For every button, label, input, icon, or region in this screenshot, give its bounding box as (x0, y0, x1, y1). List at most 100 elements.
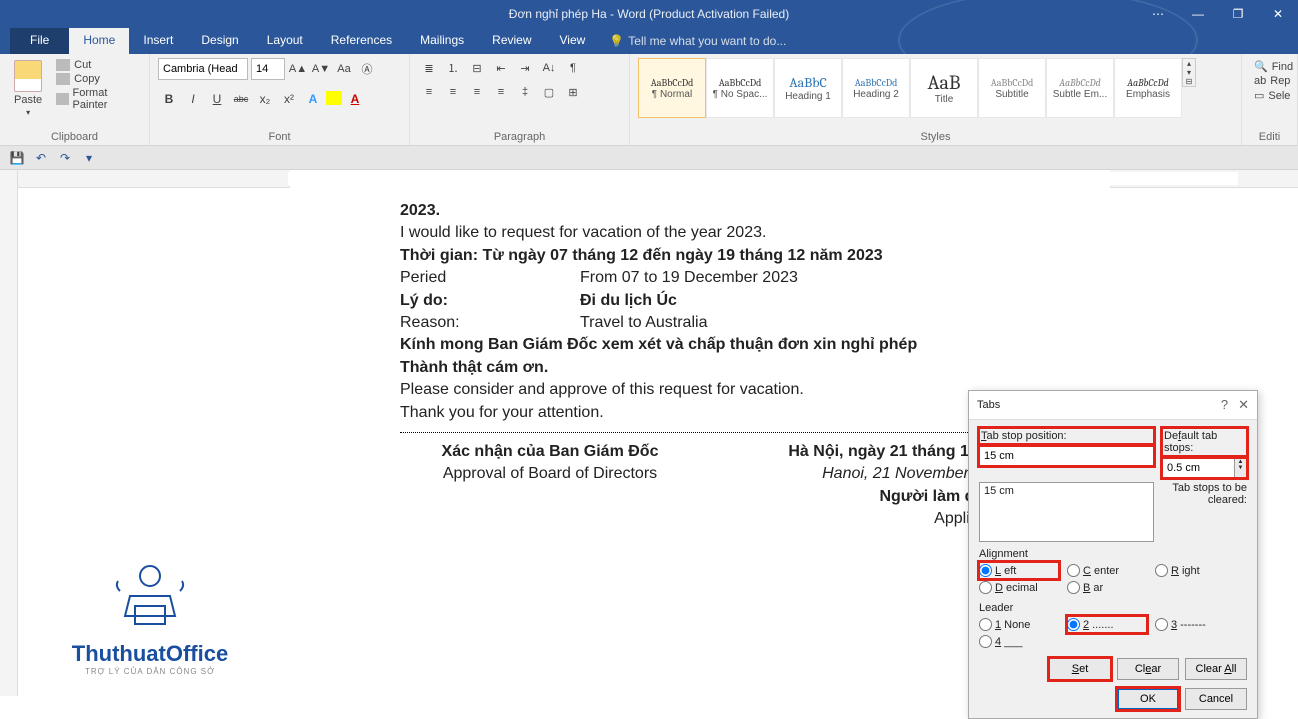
clear-format-button[interactable]: Ⓐ (357, 59, 377, 79)
title-bar: Đơn nghỉ phép Ha - Word (Product Activat… (0, 0, 1298, 28)
paste-label: Paste (14, 94, 42, 106)
style-heading2[interactable]: AaBbCcDdHeading 2 (842, 58, 910, 118)
doc-line: Đi du lịch Úc (580, 290, 677, 312)
leader-dots-radio[interactable]: 2 ....... (1067, 616, 1147, 633)
align-center-radio[interactable]: Center (1067, 562, 1147, 579)
tab-insert[interactable]: Insert (129, 28, 187, 54)
style-normal[interactable]: AaBbCcDd¶ Normal (638, 58, 706, 118)
set-button[interactable]: Set (1049, 658, 1111, 680)
qat-customize-button[interactable]: ▾ (80, 151, 98, 165)
shading-button[interactable]: ▢ (538, 82, 560, 102)
bold-button[interactable]: B (158, 88, 180, 110)
leader-underline-radio[interactable]: 4 ___ (979, 633, 1059, 650)
tab-mailings[interactable]: Mailings (406, 28, 478, 54)
qat-save-button[interactable]: 💾 (8, 151, 26, 165)
doc-line: Please consider and approve of this requ… (400, 379, 1000, 401)
text-effects-button[interactable]: A (302, 88, 324, 110)
watermark-logo: ThuthuatOffice TRỢ LÝ CỦA DÂN CÔNG SỞ (40, 556, 260, 676)
styles-group-label: Styles (638, 129, 1233, 143)
paste-button[interactable]: Paste ▾ (8, 58, 48, 119)
align-left-button[interactable]: ≡ (418, 82, 440, 102)
tab-file[interactable]: File (10, 28, 69, 54)
font-name-combo[interactable] (158, 58, 248, 80)
watermark-brand: ThuthuatOffice (40, 641, 260, 667)
close-window-button[interactable]: ✕ (1258, 0, 1298, 28)
shrink-font-button[interactable]: A▼ (311, 59, 331, 79)
minimize-button[interactable]: — (1178, 0, 1218, 28)
tab-stop-input[interactable] (979, 446, 1154, 466)
find-button[interactable]: 🔍Find (1254, 60, 1285, 73)
line-spacing-button[interactable]: ‡ (514, 82, 536, 102)
justify-button[interactable]: ≡ (490, 82, 512, 102)
align-left-radio[interactable]: Left (979, 562, 1059, 579)
tab-design[interactable]: Design (187, 28, 252, 54)
spin-down-button[interactable]: ▼ (1235, 465, 1246, 471)
strike-button[interactable]: abc (230, 88, 252, 110)
clear-button[interactable]: Clear (1117, 658, 1179, 680)
font-size-combo[interactable] (251, 58, 285, 80)
dialog-titlebar[interactable]: Tabs ? ✕ (969, 391, 1257, 420)
show-marks-button[interactable]: ¶ (562, 58, 584, 78)
numbering-button[interactable]: ⒈ (442, 58, 464, 78)
leader-dashes-radio[interactable]: 3 ------- (1155, 616, 1235, 633)
qat-undo-button[interactable]: ↶ (32, 151, 50, 165)
decrease-indent-button[interactable]: ⇤ (490, 58, 512, 78)
clipboard-group-label: Clipboard (8, 129, 141, 143)
list-item[interactable]: 15 cm (984, 485, 1149, 497)
change-case-button[interactable]: Aa (334, 59, 354, 79)
font-color-button[interactable]: A (344, 88, 366, 110)
sort-button[interactable]: A↓ (538, 58, 560, 78)
align-center-button[interactable]: ≡ (442, 82, 464, 102)
copy-button[interactable]: Copy (52, 72, 141, 86)
dialog-close-button[interactable]: ✕ (1238, 397, 1249, 413)
ribbon-options-button[interactable]: ⋯ (1138, 0, 1178, 28)
qat-redo-button[interactable]: ↷ (56, 151, 74, 165)
align-decimal-radio[interactable]: Decimal (979, 579, 1059, 596)
style-no-spacing[interactable]: AaBbCcDd¶ No Spac... (706, 58, 774, 118)
italic-button[interactable]: I (182, 88, 204, 110)
increase-indent-button[interactable]: ⇥ (514, 58, 536, 78)
group-paragraph: ≣ ⒈ ⊟ ⇤ ⇥ A↓ ¶ ≡ ≡ ≡ ≡ ‡ ▢ ⊞ Paragraph (410, 54, 630, 145)
tab-view[interactable]: View (546, 28, 600, 54)
multilevel-button[interactable]: ⊟ (466, 58, 488, 78)
tab-stop-list[interactable]: 15 cm (979, 482, 1154, 542)
window-title: Đơn nghỉ phép Ha - Word (Product Activat… (509, 7, 789, 21)
ok-button[interactable]: OK (1117, 688, 1179, 710)
format-painter-button[interactable]: Format Painter (52, 86, 141, 112)
tab-references[interactable]: References (317, 28, 406, 54)
maximize-button[interactable]: ❐ (1218, 0, 1258, 28)
group-editing: 🔍Find abRep ▭Sele Editi (1242, 54, 1298, 145)
group-clipboard: Paste ▾ Cut Copy Format Painter Clipboar… (0, 54, 150, 145)
tab-home[interactable]: Home (69, 28, 129, 54)
dialog-help-button[interactable]: ? (1221, 397, 1228, 413)
select-button[interactable]: ▭Sele (1254, 89, 1285, 102)
tell-me-search[interactable]: 💡 Tell me what you want to do... (609, 28, 786, 54)
vertical-ruler[interactable] (0, 170, 18, 696)
doc-line: From 07 to 19 December 2023 (580, 267, 798, 289)
tab-review[interactable]: Review (478, 28, 545, 54)
styles-expand-button[interactable]: ▴▾⊟ (1182, 58, 1196, 87)
superscript-button[interactable]: x² (278, 88, 300, 110)
borders-button[interactable]: ⊞ (562, 82, 584, 102)
doc-line: Kính mong Ban Giám Đốc xem xét và chấp t… (400, 336, 917, 353)
grow-font-button[interactable]: A▲ (288, 59, 308, 79)
highlight-button[interactable] (326, 91, 342, 105)
find-icon: 🔍 (1254, 60, 1268, 73)
tab-layout[interactable]: Layout (253, 28, 317, 54)
format-painter-label: Format Painter (73, 87, 137, 111)
leader-none-radio[interactable]: 1 None (979, 616, 1059, 633)
sig-left-title: Xác nhận của Ban Giám Đốc (442, 443, 659, 460)
align-bar-radio[interactable]: Bar (1067, 579, 1147, 596)
scissors-icon (56, 59, 70, 71)
cut-button[interactable]: Cut (52, 58, 141, 72)
replace-button[interactable]: abRep (1254, 75, 1285, 87)
align-right-button[interactable]: ≡ (466, 82, 488, 102)
cancel-button[interactable]: Cancel (1185, 688, 1247, 710)
underline-button[interactable]: U (206, 88, 228, 110)
align-right-radio[interactable]: Right (1155, 562, 1235, 579)
subscript-button[interactable]: x₂ (254, 88, 276, 110)
dotted-separator (400, 432, 1000, 433)
bullets-button[interactable]: ≣ (418, 58, 440, 78)
clear-all-button[interactable]: Clear All (1185, 658, 1247, 680)
style-heading1[interactable]: AaBbCHeading 1 (774, 58, 842, 118)
